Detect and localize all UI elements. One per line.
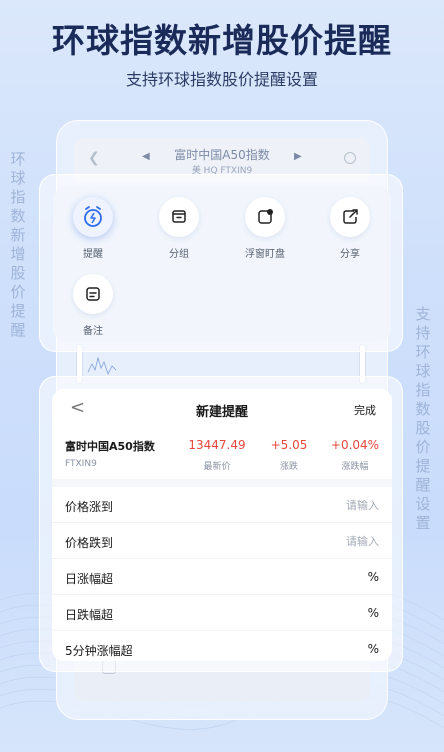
alert-row-price-down: 价格跌到 — [52, 523, 392, 559]
phone-stock-title: 富时中国A50指数 — [174, 148, 270, 162]
search-icon[interactable] — [344, 152, 356, 164]
alert-row-price-up: 价格涨到 — [52, 487, 392, 523]
row-label: 5分钟涨幅超 — [65, 644, 133, 658]
stock-name: 富时中国A50指数 — [65, 440, 155, 453]
new-alert-card: < 新建提醒 完成 富时中国A50指数 FTXIN9 13447.49 最新价 … — [39, 376, 403, 672]
side-char: 球 — [10, 169, 26, 187]
side-char: 股 — [10, 264, 26, 282]
side-char: 提 — [10, 302, 26, 320]
side-char: 醒 — [10, 321, 26, 339]
change-percent-caption: 涨跌幅 — [341, 462, 369, 472]
percent-unit: % — [367, 570, 379, 584]
done-button[interactable]: 完成 — [354, 402, 376, 418]
group-button[interactable] — [159, 197, 199, 237]
action-note[interactable]: 备注 — [58, 274, 128, 337]
action-label: 浮窗盯盘 — [245, 249, 285, 260]
actions-panel: 提醒 分组 浮窗盯盘 分享 备注 — [53, 187, 391, 341]
side-char: 持 — [415, 324, 431, 342]
note-button[interactable] — [73, 274, 113, 314]
side-char: 置 — [415, 514, 431, 532]
page-subline: 支持环球指数股价提醒设置 — [125, 70, 318, 89]
row-label: 价格涨到 — [65, 500, 114, 514]
side-char: 增 — [10, 245, 26, 263]
stock-quote: 富时中国A50指数 FTXIN9 13447.49 最新价 +5.05 涨跌 +… — [52, 429, 392, 479]
action-group[interactable]: 分组 — [144, 197, 214, 260]
side-char: 提 — [415, 457, 431, 475]
alert-row-5min-rise[interactable]: 5分钟涨幅超 % — [52, 631, 392, 661]
note-icon — [86, 287, 100, 301]
side-caption-right: 支 持 环 球 指 数 股 价 提 醒 设 置 — [414, 305, 432, 533]
percent-unit: % — [367, 642, 379, 656]
side-char: 指 — [415, 381, 431, 399]
stock-code: FTXIN9 — [65, 459, 97, 469]
action-remind[interactable]: 提醒 — [58, 197, 128, 260]
next-stock-icon[interactable]: ▶ — [294, 151, 302, 162]
change-percent: +0.04% — [330, 438, 380, 452]
folder-icon — [172, 210, 186, 223]
side-char: 股 — [415, 419, 431, 437]
action-label: 提醒 — [83, 249, 103, 260]
side-char: 价 — [10, 283, 26, 301]
action-label: 分享 — [340, 249, 360, 260]
actions-card: 提醒 分组 浮窗盯盘 分享 备注 — [39, 174, 403, 352]
float-window-button[interactable] — [245, 197, 285, 237]
side-char: 设 — [415, 495, 431, 513]
side-char: 数 — [415, 400, 431, 418]
side-caption-left: 环 球 指 数 新 增 股 价 提 醒 — [9, 150, 27, 340]
price-up-input[interactable] — [269, 496, 379, 514]
page-headline: 环球指数新增股价提醒 — [52, 21, 392, 60]
action-label: 备注 — [83, 326, 103, 337]
side-char: 指 — [10, 188, 26, 206]
alarm-clock-icon — [84, 206, 102, 227]
section-divider — [52, 479, 392, 487]
side-char: 数 — [10, 207, 26, 225]
action-float-window[interactable]: 浮窗盯盘 — [230, 197, 300, 260]
side-char: 价 — [415, 438, 431, 456]
alert-title: 新建提醒 — [195, 405, 248, 420]
side-char: 支 — [415, 305, 431, 323]
percent-unit: % — [367, 606, 379, 620]
alert-row-day-rise[interactable]: 日涨幅超 % — [52, 559, 392, 595]
price-down-input[interactable] — [269, 532, 379, 550]
row-label: 日跌幅超 — [65, 608, 114, 622]
alert-row-day-fall[interactable]: 日跌幅超 % — [52, 595, 392, 631]
side-char: 环 — [10, 150, 26, 168]
row-label: 日涨幅超 — [65, 572, 114, 586]
new-alert-panel: < 新建提醒 完成 富时中国A50指数 FTXIN9 13447.49 最新价 … — [52, 389, 392, 661]
row-label: 价格跌到 — [65, 536, 114, 550]
floating-window-icon — [258, 209, 273, 224]
action-label: 分组 — [169, 249, 189, 260]
side-char: 球 — [415, 362, 431, 380]
action-share[interactable]: 分享 — [315, 197, 385, 260]
remind-button[interactable] — [73, 197, 113, 237]
share-button[interactable] — [330, 197, 370, 237]
alert-nav-bar: < 新建提醒 完成 — [52, 389, 392, 429]
side-char: 醒 — [415, 476, 431, 494]
side-char: 新 — [10, 226, 26, 244]
side-char: 环 — [415, 343, 431, 361]
share-icon — [343, 209, 358, 224]
